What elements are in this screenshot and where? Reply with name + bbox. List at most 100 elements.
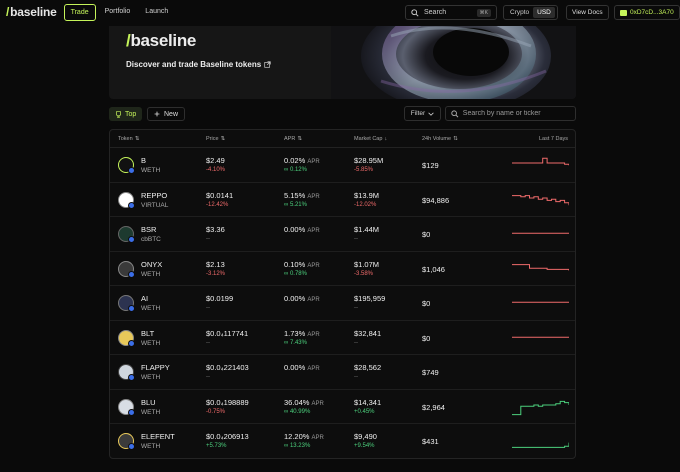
token-pair: WETH [141, 408, 161, 416]
sparkline-path [512, 400, 569, 415]
token-apr: 0.00% APR [284, 225, 320, 234]
price-change: +5.73% [206, 443, 227, 449]
chain-badge-icon [128, 167, 135, 174]
token-name: BSR [141, 225, 157, 234]
price-change: -12.42% [206, 201, 229, 208]
sort-icon: ⇅ [134, 136, 140, 142]
market-cap-change: -- [354, 374, 358, 380]
sort-icon: ⇅ [220, 136, 226, 142]
view-docs-button[interactable]: View Docs [566, 5, 609, 20]
volume-24h: $1,046 [422, 264, 445, 274]
currency-option-usd[interactable]: USD [533, 7, 555, 18]
token-apr: 12.20% APR [284, 432, 324, 441]
price-change: -- [206, 305, 210, 311]
market-cap-change: +9.54% [354, 443, 375, 449]
trophy-icon [116, 110, 121, 118]
token-pair: WETH [141, 167, 161, 174]
sort-desc-icon: ↓ [384, 136, 388, 142]
price-change: -- [206, 374, 210, 380]
header-market-cap[interactable]: Market Cap ↓ [354, 136, 387, 142]
tab-launch[interactable]: Launch [139, 4, 174, 21]
header-token[interactable]: Token ⇅ [118, 136, 139, 142]
currency-option-crypto[interactable]: Crypto [510, 9, 529, 16]
nav-tabs: Trade Portfolio Launch [63, 3, 175, 21]
token-search-field[interactable] [445, 106, 576, 121]
chain-badge-icon [128, 443, 135, 450]
price-change: -3.12% [206, 270, 226, 277]
sparkline-path [512, 157, 569, 166]
token-pair: WETH [141, 374, 161, 381]
sparkline-7d [512, 194, 569, 205]
tab-trade[interactable]: Trade [63, 3, 96, 21]
market-cap-change: +0.45% [354, 408, 375, 415]
market-cap-change: -3.58% [354, 270, 374, 277]
filter-label: Filter [410, 110, 426, 117]
token-apr: 0.02% APR [284, 156, 320, 165]
volume-24h: $129 [422, 161, 439, 170]
table-row[interactable]: FLAPPY WETH $0.0₄221403 -- 0.00% APR $28,562 -… [110, 355, 575, 390]
top-filter-label: Top [125, 110, 137, 118]
token-logo [118, 191, 135, 209]
price-change: -0.75% [206, 408, 226, 415]
app-logo[interactable]: / baseline [6, 5, 57, 19]
market-cap: $28.95M [354, 156, 384, 165]
header-volume[interactable]: 24h Volume ⇅ [422, 136, 458, 142]
hero-artwork [331, 26, 576, 99]
market-cap: $28,562 [354, 363, 382, 372]
sort-icon: ⇅ [297, 136, 302, 142]
filter-dropdown[interactable]: Filter [404, 106, 441, 121]
header-apr[interactable]: APR ⇅ [284, 136, 302, 142]
token-price: $0.0₄221403 [206, 363, 249, 372]
table-row[interactable]: B WETH $2.49 -4.10% 0.02% APR ∞ 0.12% $28.95M -… [110, 148, 575, 183]
top-filter-button[interactable]: Top [109, 107, 143, 121]
wallet-button[interactable]: 0xD7cD...3A70 [614, 5, 680, 20]
chevron-down-icon [428, 112, 434, 116]
sort-icon: ⇅ [453, 136, 458, 142]
apr-boost: ∞ 13.23% [284, 443, 311, 449]
table-row[interactable]: REPPO VIRTUAL $0.0141 -12.42% 5.15% APR ∞ 5.2… [110, 183, 575, 217]
market-cap: $14,341 [354, 397, 382, 407]
token-logo [118, 260, 135, 278]
new-filter-button[interactable]: New [147, 107, 186, 121]
search-label: Search [424, 9, 447, 16]
token-price: $0.0₄206913 [206, 432, 249, 441]
header-price[interactable]: Price ⇅ [206, 136, 225, 142]
table-row[interactable]: BLT WETH $0.0₄117741 -- 1.73% APR ∞ 7.43% $32,… [110, 321, 575, 355]
token-logo [118, 295, 135, 312]
token-price: $0.0199 [206, 294, 234, 303]
market-cap: $1.07M [354, 259, 380, 269]
chain-badge-icon [128, 408, 135, 416]
new-filter-label: New [164, 110, 179, 118]
search-icon [411, 8, 419, 17]
market-cap: $9,490 [354, 432, 377, 441]
table-row[interactable]: ELEFENT WETH $0.0₄206913 +5.73% 12.20% APR ∞ … [110, 424, 575, 458]
token-logo [118, 398, 135, 416]
token-price: $0.0₄117741 [206, 328, 249, 338]
token-name: BLU [141, 397, 156, 407]
table-row[interactable]: BSR cbBTC $3.36 -- 0.00% APR $1.44M -- $0 [110, 217, 575, 252]
table-row[interactable]: AI WETH $0.0199 -- 0.00% APR $195,959 -- $0 [110, 286, 575, 321]
global-search-button[interactable]: Search ⌘K [405, 5, 497, 20]
table-header: Token ⇅ Price ⇅ APR ⇅ Market Cap ↓ 24h Volum… [110, 130, 575, 148]
volume-24h: $94,886 [422, 195, 450, 205]
token-apr: 0.00% APR [284, 363, 320, 372]
table-row[interactable]: ONYX WETH $2.13 -3.12% 0.10% APR ∞ 0.78% $1.07… [110, 252, 575, 286]
sparkline-path [512, 194, 569, 205]
market-cap-change: -- [354, 305, 358, 311]
token-logo [118, 157, 135, 174]
sparkline-7d [512, 157, 569, 166]
table-row[interactable]: BLU WETH $0.0₄198889 -0.75% 36.04% APR ∞ 40.9… [110, 390, 575, 424]
token-name: ELEFENT [141, 432, 175, 441]
sparkline-7d [512, 301, 569, 303]
chain-badge-icon [128, 339, 135, 347]
hero-title: /baseline [126, 31, 197, 50]
currency-toggle[interactable]: Crypto USD [503, 5, 558, 20]
tab-portfolio[interactable]: Portfolio [99, 4, 137, 21]
token-pair: VIRTUAL [141, 201, 169, 209]
token-search-input[interactable] [462, 110, 570, 117]
market-cap-change: -5.85% [354, 167, 374, 173]
token-logo [118, 226, 135, 243]
sparkline-path [512, 263, 569, 271]
token-name: REPPO [141, 190, 168, 200]
hero-subtitle[interactable]: Discover and trade Baseline tokens [126, 60, 271, 69]
